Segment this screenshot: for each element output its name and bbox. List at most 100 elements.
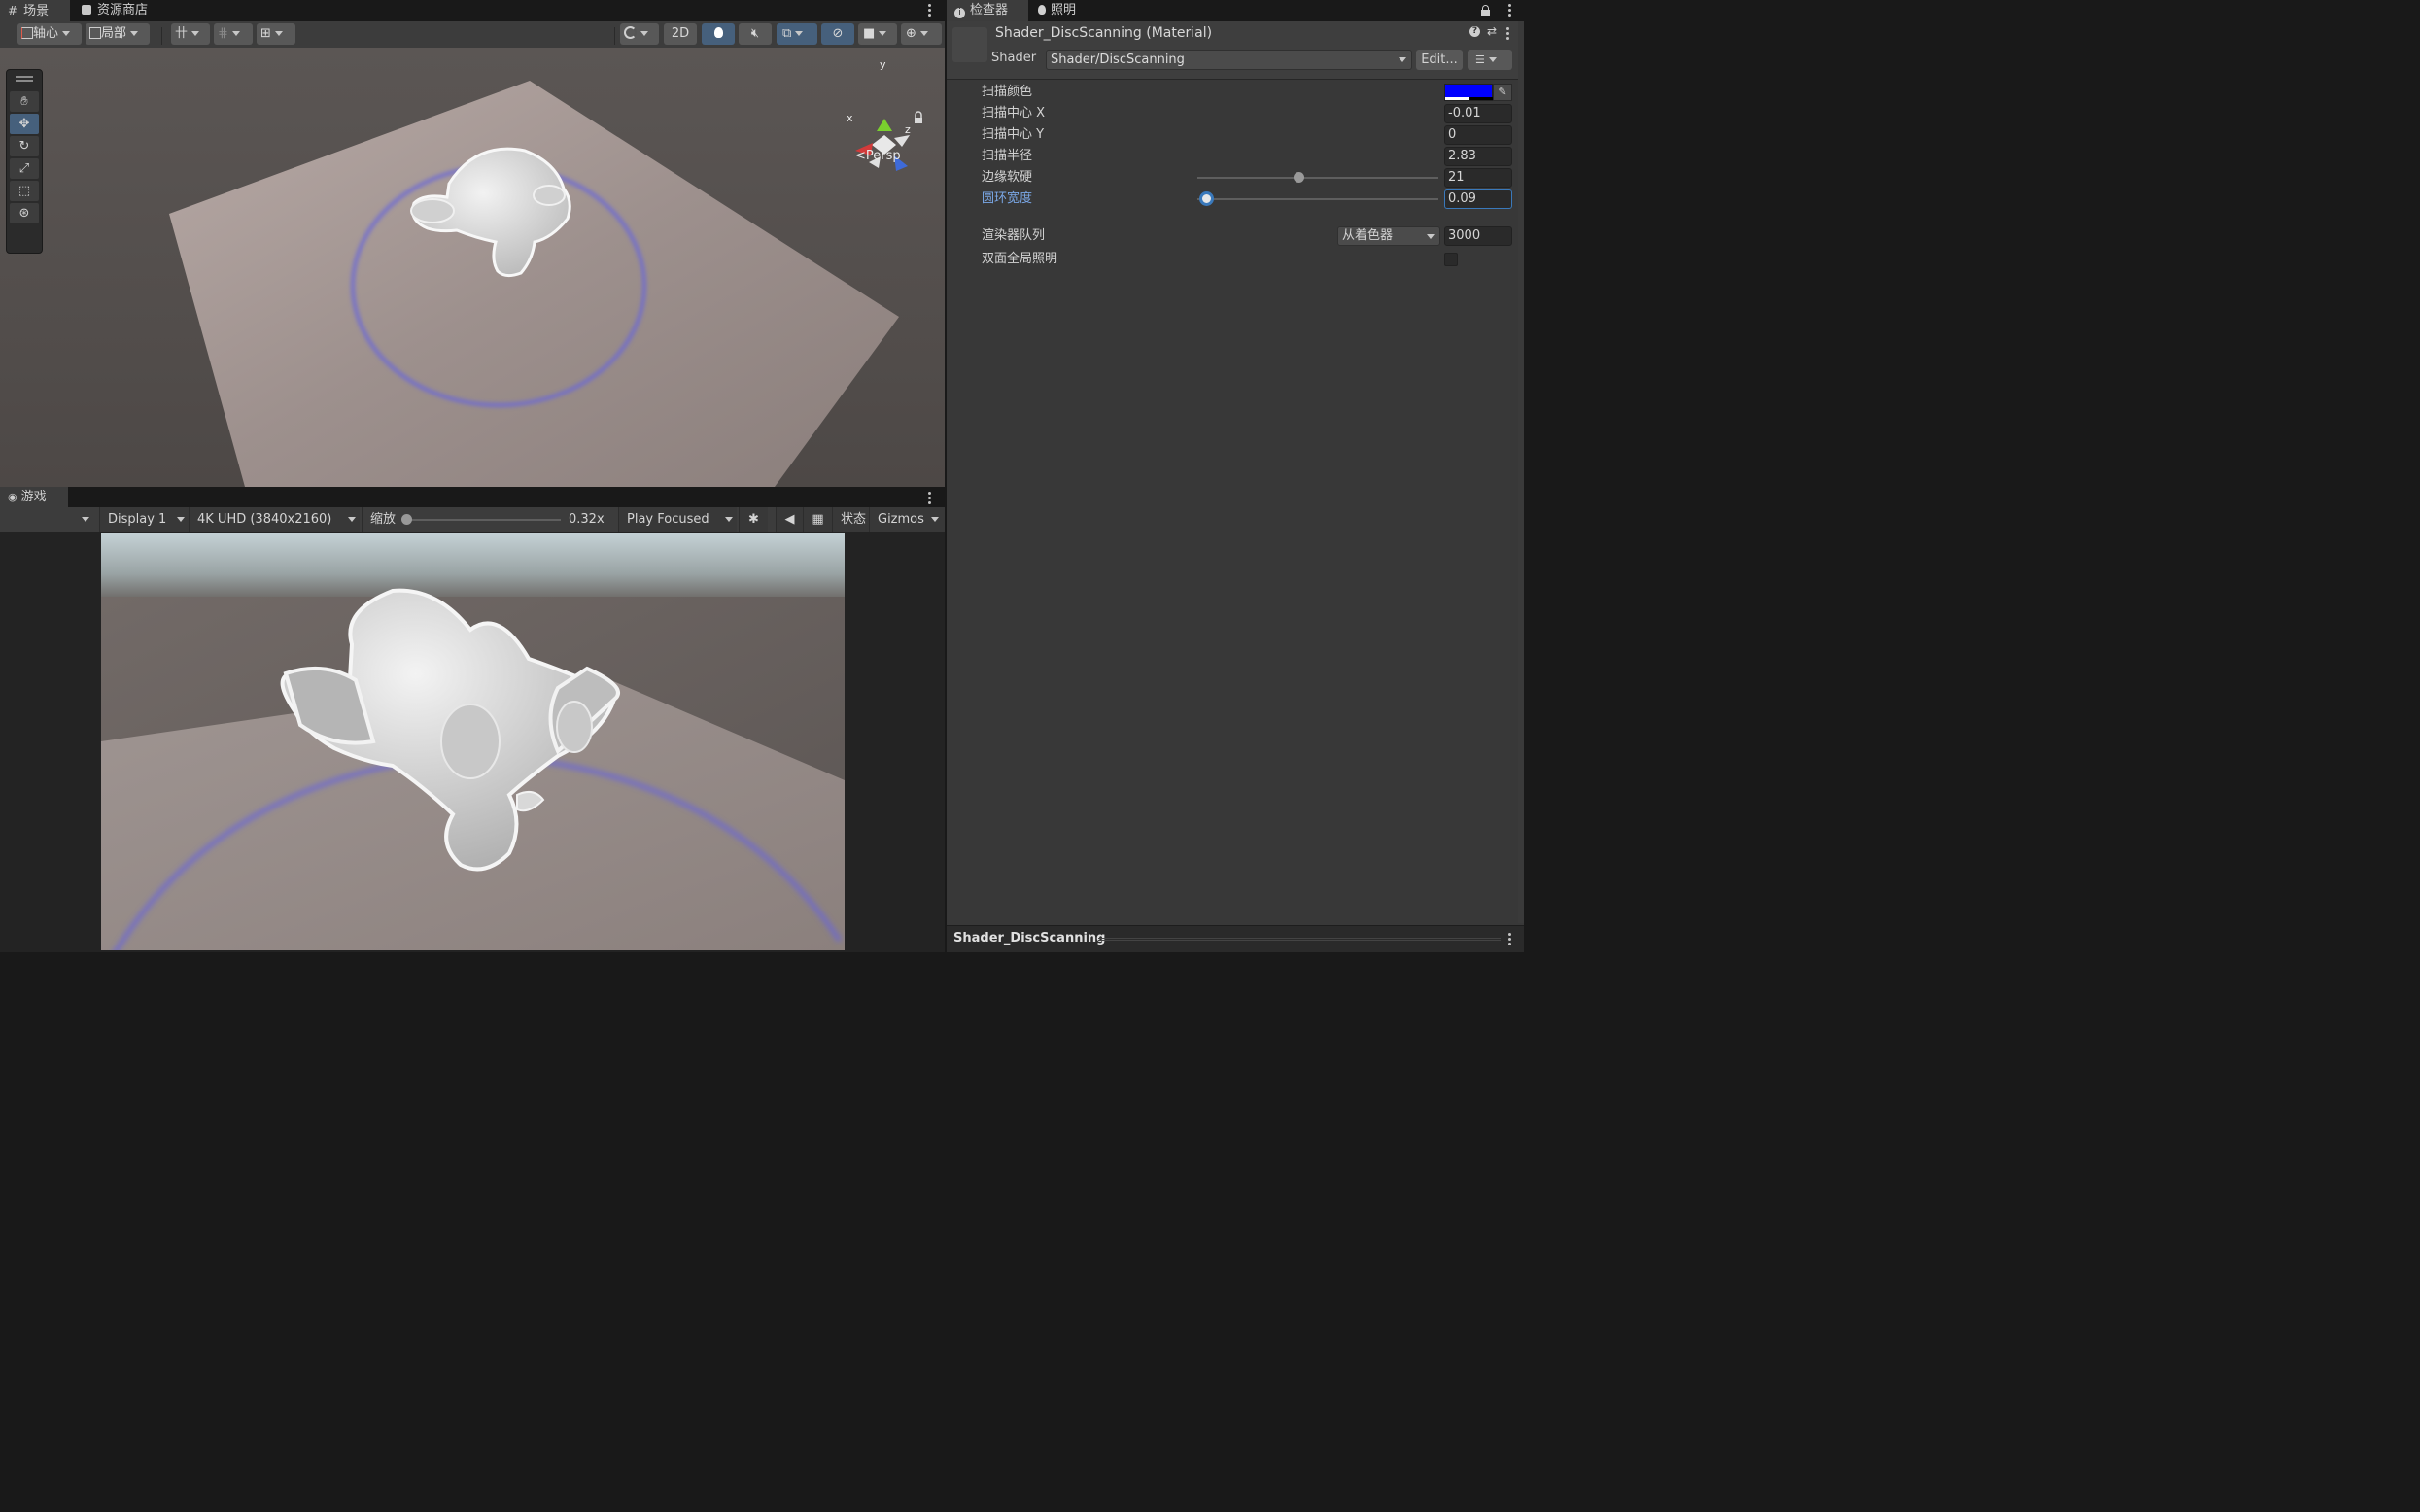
scene-menu-icon[interactable] [928, 4, 932, 17]
shader-dropdown[interactable]: Shader/DiscScanning [1046, 50, 1412, 70]
stats-button[interactable]: 状态 [832, 507, 869, 532]
audio-toggle-button[interactable]: 🔇︎ [739, 23, 772, 45]
help-icon[interactable]: ? [1469, 26, 1480, 37]
rect-tool-button[interactable]: ⬚ [10, 181, 39, 201]
tab-asset-store[interactable]: 资源商店 [74, 0, 171, 21]
ring-width-slider-handle[interactable] [1199, 191, 1215, 206]
rotate-tool-button[interactable]: ↻ [10, 136, 39, 156]
bug-icon: ✱ [748, 512, 759, 527]
rotate-icon: ↻ [18, 139, 30, 154]
ring-width-slider-track[interactable] [1197, 198, 1438, 200]
tab-scene-label: 场景 [23, 4, 50, 18]
presets-icon[interactable]: ⇄ [1487, 24, 1497, 38]
cube-icon [89, 27, 101, 39]
pivot-dropdown[interactable]: 轴心 [17, 23, 82, 45]
shader-edit-button[interactable]: Edit... [1416, 50, 1463, 70]
render-queue-field[interactable]: 3000 [1444, 226, 1512, 246]
debug-bug-button[interactable]: ✱ [739, 507, 768, 532]
move-tool-button[interactable]: ✥ [10, 114, 39, 134]
softness-slider-handle[interactable] [1294, 172, 1305, 183]
game-menu-icon[interactable] [928, 492, 932, 505]
scale-tool-button[interactable]: ⤢ [10, 158, 39, 179]
scale-slider-track[interactable] [405, 519, 561, 521]
local-dropdown[interactable]: 局部 [86, 23, 150, 45]
move-icon: ✥ [18, 117, 30, 131]
resolution-dropdown[interactable]: 4K UHD (3840x2160) [189, 507, 360, 532]
double-sided-gi-checkbox[interactable] [1444, 253, 1458, 266]
scan-color-label: 扫描颜色 [982, 85, 1033, 99]
shading-mode-dropdown[interactable] [620, 23, 659, 45]
inspector-scrollbar[interactable] [1518, 21, 1524, 923]
game-gizmos-dropdown[interactable]: Gizmos [869, 507, 945, 532]
transform-tools-panel: ✋︎ ✥ ↻ ⤢ ⬚ ⊛ [6, 69, 43, 254]
footer-drag-handle[interactable] [1098, 938, 1501, 941]
center-x-field[interactable]: -0.01 [1444, 104, 1512, 123]
grid-snap-icon: 卄 [175, 26, 189, 41]
ground-plane [169, 81, 899, 487]
eye-slash-icon: ⊘ [832, 26, 844, 41]
ruler-button[interactable]: ⊞ [257, 23, 295, 45]
material-preview-thumbnail [952, 27, 987, 62]
snap-increment-button[interactable]: ⋕ [214, 23, 253, 45]
tab-game[interactable]: ◉ 游戏 [0, 487, 68, 507]
softness-slider-track[interactable] [1197, 177, 1438, 179]
hand-tool-button[interactable]: ✋︎ [10, 91, 39, 112]
game-tab-bar: ◉ 游戏 [0, 487, 945, 507]
inspector-menu-icon[interactable] [1508, 4, 1512, 17]
inspector-lock-icon[interactable] [1481, 5, 1490, 16]
keyboard-icon: ▦ [812, 512, 824, 527]
shading-sphere-icon [624, 26, 637, 39]
camera-icon: ■ [863, 26, 876, 41]
panel-handle [16, 76, 33, 78]
lightbulb-icon [713, 27, 723, 38]
keyboard-button[interactable]: ▦ [803, 507, 832, 532]
scan-color-field[interactable] [1444, 84, 1494, 101]
persp-label[interactable]: <Persp [855, 149, 901, 163]
eyedropper-button[interactable]: ✎ [1493, 84, 1512, 101]
camera-dropdown[interactable]: ■ [858, 23, 897, 45]
scale-icon: ⤢ [18, 161, 30, 176]
lighting-toggle-button[interactable] [702, 23, 735, 45]
gizmos-label: Gizmos [878, 512, 924, 527]
tab-lighting[interactable]: 照明 [1030, 0, 1098, 21]
scale-slider-handle[interactable] [401, 514, 412, 525]
radius-field[interactable]: 2.83 [1444, 147, 1512, 166]
ring-width-field[interactable]: 0.09 [1444, 189, 1512, 209]
render-queue-label: 渲染器队列 [982, 228, 1046, 243]
toggle-2d-button[interactable]: 2D [664, 23, 697, 45]
center-y-field[interactable]: 0 [1444, 125, 1512, 145]
gizmo-axis-y: y [880, 58, 886, 71]
footer-title: Shader_DiscScanning [953, 931, 1106, 945]
footer-menu-icon[interactable] [1508, 933, 1512, 946]
radius-label: 扫描半径 [982, 149, 1033, 163]
render-queue-mode: 从着色器 [1342, 228, 1394, 243]
game-view[interactable] [101, 533, 845, 950]
stats-label: 状态 [841, 512, 867, 527]
pivot-label: 轴心 [33, 26, 59, 41]
display-dropdown[interactable]: Display 1 [99, 507, 189, 532]
game-view-dropdown[interactable] [82, 507, 97, 532]
grid-snap-button[interactable]: 卄 [171, 23, 210, 45]
pivot-icon [21, 27, 33, 39]
audio-mute-button[interactable]: ◀︎ [776, 507, 803, 532]
tab-scene[interactable]: # 场景 [0, 0, 70, 21]
edit-button-label: Edit... [1421, 52, 1458, 67]
render-queue-dropdown[interactable]: 从着色器 [1337, 226, 1440, 246]
scene-visibility-button[interactable]: ⊘ [821, 23, 854, 45]
tab-inspector[interactable]: i 检查器 [947, 0, 1028, 21]
local-label: 局部 [101, 26, 127, 41]
play-mode-dropdown[interactable]: Play Focused [618, 507, 737, 532]
shader-options-dropdown[interactable]: ☰ [1468, 50, 1512, 70]
transform-tool-button[interactable]: ⊛ [10, 203, 39, 223]
scale-control: 缩放 0.32x [362, 507, 618, 532]
ring-width-label: 圆环宽度 [982, 191, 1033, 206]
softness-field[interactable]: 21 [1444, 168, 1512, 188]
sky [101, 533, 845, 601]
toggle-2d-label: 2D [671, 26, 690, 41]
gizmo-lock-icon[interactable] [915, 111, 922, 123]
gizmos-dropdown[interactable]: ⊕ [901, 23, 942, 45]
scene-view[interactable]: x y z <Persp ✋︎ ✥ ↻ ⤢ ⬚ ⊛ [0, 48, 945, 487]
effects-toggle-button[interactable]: ⧉ [777, 23, 817, 45]
material-menu-icon[interactable] [1506, 27, 1510, 41]
store-bag-icon [82, 5, 91, 15]
